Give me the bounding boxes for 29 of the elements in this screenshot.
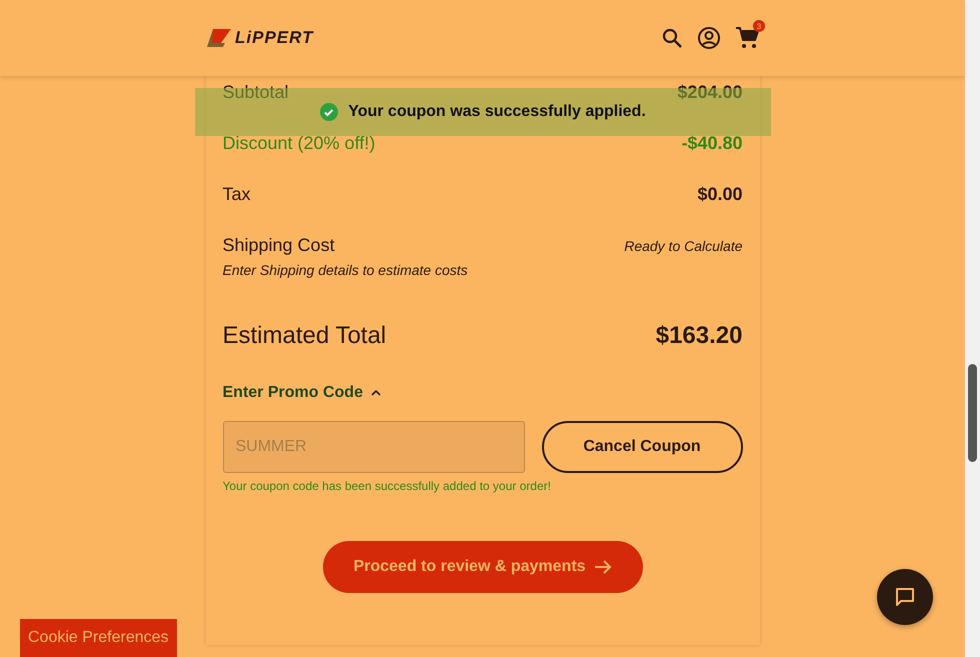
brand-logo[interactable]: LiPPERT [235,28,314,48]
scrollbar[interactable] [965,0,980,657]
chat-button[interactable] [877,569,933,625]
coupon-success-message: Your coupon code has been successfully added to your order! [222,479,552,493]
discount-label: Discount (20% off!) [222,133,376,154]
cart-count-badge: 3 [753,20,765,32]
summary-label: Tax [222,184,251,205]
scrollbar-thumb[interactable] [968,364,977,462]
check-circle-icon [320,103,338,121]
account-icon[interactable] [697,26,721,50]
toast-message: Your coupon was successfully applied. [348,103,646,121]
chat-icon [894,586,916,608]
cart-icon[interactable] [735,26,759,50]
shipping-note: Enter Shipping details to estimate costs [222,262,468,278]
total-value: $163.20 [656,322,742,350]
summary-value: $204.00 [677,82,742,103]
summary-value: $0.00 [697,184,742,205]
promo-code-field[interactable]: SUMMER [222,421,524,473]
shipping-label: Shipping Cost [222,235,336,256]
arrow-icon [594,560,612,574]
promo-code-toggle[interactable]: Enter Promo Code [222,384,381,402]
logo-icon [207,29,231,47]
chevron-icon [370,390,381,396]
summary-label: Subtotal [222,82,289,103]
cancel-coupon-button[interactable]: Cancel Coupon [542,421,742,473]
search-icon[interactable] [661,27,683,49]
discount-value: -$40.80 [681,133,742,154]
shipping-value: Ready to Calculate [624,237,742,254]
total-label: Estimated Total [222,322,386,350]
